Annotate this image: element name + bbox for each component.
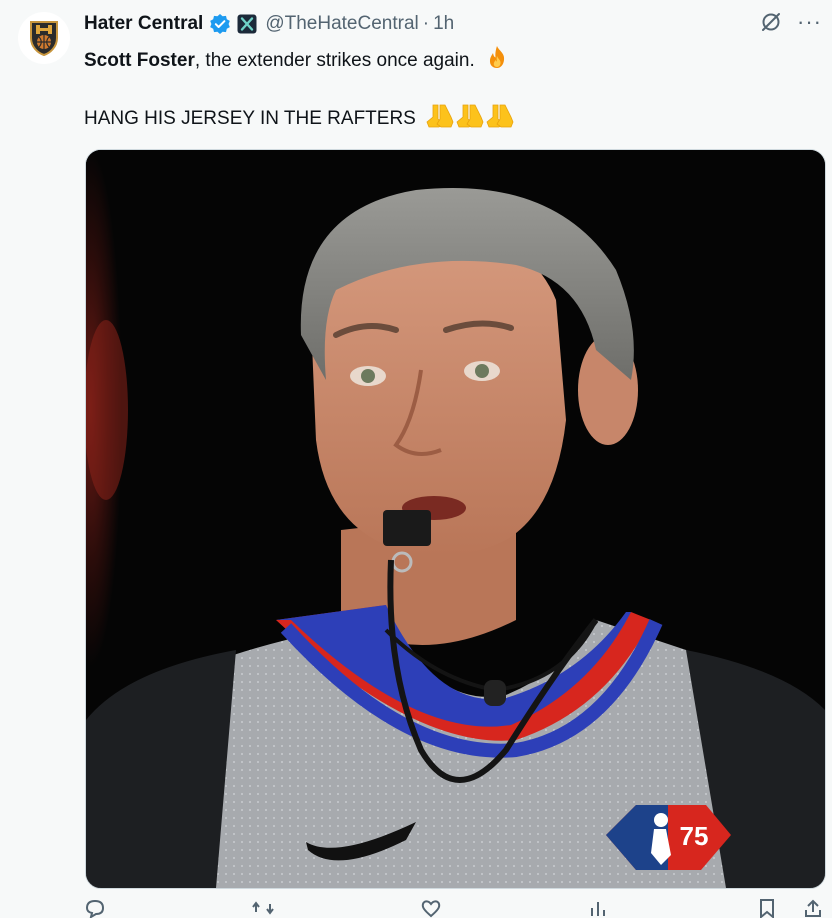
timestamp[interactable]: 1h (433, 13, 454, 35)
grok-icon[interactable] (759, 10, 783, 34)
views-icon[interactable] (588, 898, 610, 918)
handle[interactable]: @TheHateCentral (265, 13, 418, 35)
tweet-text-rest: , the extender strikes once again. (194, 50, 475, 72)
top-actions: ··· (759, 10, 822, 34)
verified-badge-icon (209, 13, 231, 35)
like-icon[interactable] (420, 898, 442, 918)
mention-text: Scott Foster (84, 50, 195, 72)
reply-icon[interactable] (84, 898, 106, 918)
tweet-media-photo[interactable]: 75 (85, 149, 826, 889)
bookmark-icon[interactable] (756, 898, 778, 918)
tweet: Hater Central @TheHateCentral · 1h ··· S… (0, 0, 832, 918)
nba-logo-text: 75 (680, 821, 709, 851)
x-affiliate-badge-icon[interactable] (237, 14, 257, 34)
avatar[interactable] (18, 12, 70, 64)
folded-hands-emoji-icon (425, 102, 515, 136)
share-icon[interactable] (802, 898, 824, 918)
referee-photo: 75 (86, 150, 825, 888)
action-bar (84, 898, 824, 918)
more-options-button[interactable]: ··· (797, 11, 822, 33)
display-name[interactable]: Hater Central (84, 13, 203, 35)
hater-central-logo-icon (30, 21, 58, 56)
tweet-text-line-2: HANG HIS JERSEY IN THE RAFTERS (84, 102, 515, 136)
repost-icon[interactable] (252, 898, 274, 918)
tweet-text-line-1: Scott Foster, the extender strikes once … (84, 44, 510, 78)
header-separator: · (422, 13, 430, 34)
tweet-header: Hater Central @TheHateCentral · 1h (84, 12, 454, 36)
tweet-text-caps: HANG HIS JERSEY IN THE RAFTERS (84, 108, 416, 130)
fire-emoji-icon (484, 44, 510, 78)
